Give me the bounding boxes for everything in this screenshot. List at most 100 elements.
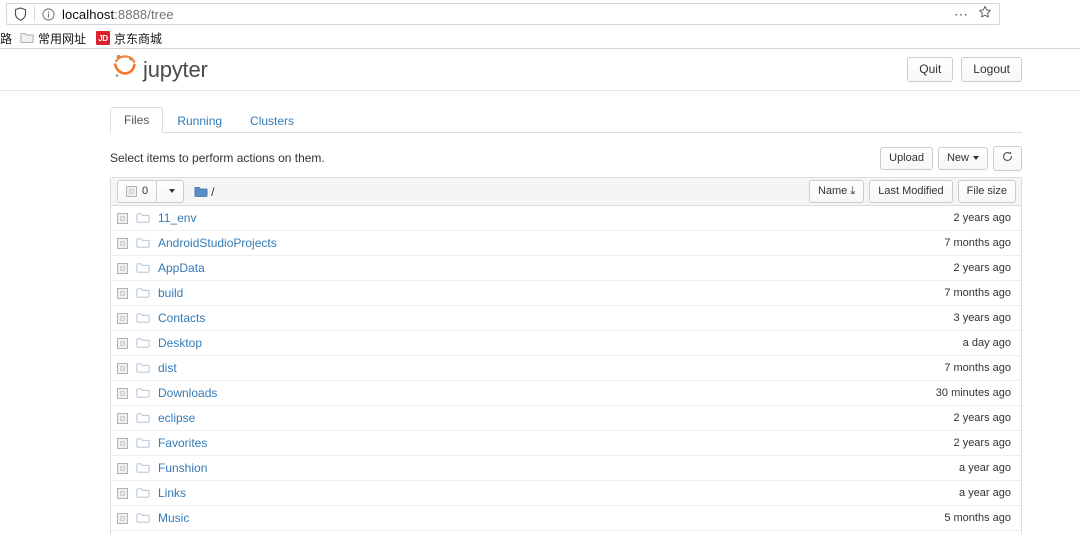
row-checkbox[interactable]: [117, 437, 128, 449]
listing-toolbar: 0 / Name ⤓ Last Modified File size: [111, 178, 1021, 206]
file-listing: 0 / Name ⤓ Last Modified File size 11_en…: [110, 177, 1022, 534]
row-checkbox[interactable]: [117, 312, 128, 324]
select-all-inner: 0: [126, 185, 148, 198]
file-modified: 30 minutes ago: [935, 387, 1011, 399]
select-dropdown-button[interactable]: [156, 180, 185, 203]
row-checkbox[interactable]: [117, 387, 128, 399]
file-name-link[interactable]: build: [158, 286, 183, 300]
page-actions-icon[interactable]: ⋯: [954, 7, 969, 21]
file-name-link[interactable]: Funshion: [158, 461, 207, 475]
file-row-left: build: [117, 286, 944, 300]
table-row[interactable]: AppData 2 years ago: [111, 256, 1021, 281]
row-checkbox[interactable]: [117, 487, 128, 499]
new-button[interactable]: New: [937, 146, 988, 170]
folder-icon: [136, 512, 150, 524]
tab-files[interactable]: Files: [110, 107, 164, 133]
row-checkbox[interactable]: [117, 512, 128, 524]
table-row[interactable]: AndroidStudioProjects 7 months ago: [111, 231, 1021, 256]
table-row[interactable]: build 7 months ago: [111, 281, 1021, 306]
refresh-icon: [1002, 150, 1013, 165]
bookmark-label: 路: [0, 31, 13, 46]
bookmark-item-1[interactable]: 常用网址: [15, 29, 91, 48]
breadcrumb-path: /: [211, 184, 215, 199]
bookmark-item-0[interactable]: 路: [0, 29, 15, 48]
select-all-button[interactable]: 0: [117, 180, 158, 203]
row-checkbox[interactable]: [117, 287, 128, 299]
url-actions: ⋯: [954, 5, 994, 24]
table-row[interactable]: Downloads 30 minutes ago: [111, 381, 1021, 406]
table-row[interactable]: eclipse 2 years ago: [111, 406, 1021, 431]
logout-button[interactable]: Logout: [961, 57, 1022, 82]
row-checkbox[interactable]: [117, 337, 128, 349]
browser-chrome: localhost:8888/tree ⋯ 路 常用网址 JD 京东商城: [0, 0, 1080, 49]
file-row-left: Contacts: [117, 311, 954, 325]
folder-icon: [136, 262, 150, 274]
row-checkbox[interactable]: [117, 237, 128, 249]
url-bar-row: localhost:8888/tree ⋯: [0, 0, 1080, 28]
file-modified: a day ago: [962, 337, 1011, 349]
file-row-left: Downloads: [117, 386, 936, 400]
refresh-button[interactable]: [993, 145, 1022, 171]
url-bar[interactable]: localhost:8888/tree ⋯: [6, 3, 1000, 25]
file-name-link[interactable]: AppData: [158, 261, 205, 275]
tab-bar: Files Running Clusters: [110, 107, 1022, 133]
file-name-link[interactable]: dist: [158, 361, 177, 375]
folder-icon: [136, 312, 150, 324]
file-name-link[interactable]: Contacts: [158, 311, 205, 325]
sort-name-button[interactable]: Name ⤓: [808, 180, 865, 203]
jd-icon: JD: [96, 31, 111, 45]
select-all-checkbox[interactable]: [126, 186, 137, 197]
folder-icon: [136, 237, 150, 249]
breadcrumb[interactable]: /: [194, 185, 214, 199]
quit-button[interactable]: Quit: [907, 57, 954, 82]
file-name-link[interactable]: 11_env: [158, 211, 196, 225]
info-icon[interactable]: [41, 7, 56, 22]
bookmark-star-icon[interactable]: [978, 5, 992, 24]
row-checkbox[interactable]: [117, 412, 128, 424]
sort-file-size-button[interactable]: File size: [957, 180, 1016, 203]
table-row[interactable]: Links a year ago: [111, 481, 1021, 506]
file-name-link[interactable]: Links: [158, 486, 186, 500]
shield-icon[interactable]: [12, 6, 28, 22]
url-text[interactable]: localhost:8888/tree: [62, 7, 954, 22]
upload-button[interactable]: Upload: [880, 146, 933, 170]
listing-toolbar-right: Name ⤓ Last Modified File size: [808, 180, 1016, 203]
table-row[interactable]: Music 5 months ago: [111, 506, 1021, 531]
folder-icon: [194, 186, 208, 198]
file-name-link[interactable]: Desktop: [158, 336, 202, 350]
file-name-link[interactable]: Music: [158, 511, 189, 525]
row-checkbox[interactable]: [117, 212, 128, 224]
file-modified: a year ago: [959, 487, 1011, 499]
file-name-link[interactable]: eclipse: [158, 411, 195, 425]
file-name-link[interactable]: Favorites: [158, 436, 207, 450]
folder-icon: [136, 287, 150, 299]
file-name-link[interactable]: Downloads: [158, 386, 217, 400]
jupyter-page: jupyter Quit Logout Files Running Cluste…: [0, 49, 1080, 534]
table-row[interactable]: Favorites 2 years ago: [111, 431, 1021, 456]
file-row-left: eclipse: [117, 411, 954, 425]
row-checkbox[interactable]: [117, 262, 128, 274]
folder-icon: [136, 462, 150, 474]
jupyter-logo-icon: [112, 53, 138, 86]
tab-clusters[interactable]: Clusters: [236, 108, 308, 133]
row-checkbox[interactable]: [117, 462, 128, 474]
bookmark-item-2[interactable]: JD 京东商城: [91, 29, 167, 48]
table-row[interactable]: Contacts 3 years ago: [111, 306, 1021, 331]
chevron-down-icon: [973, 155, 979, 160]
file-row-left: Favorites: [117, 436, 954, 450]
table-row[interactable]: Desktop a day ago: [111, 331, 1021, 356]
table-row[interactable]: Funshion a year ago: [111, 456, 1021, 481]
file-modified: 7 months ago: [944, 237, 1011, 249]
file-row-left: 11_env: [117, 211, 954, 225]
row-checkbox[interactable]: [117, 362, 128, 374]
file-name-link[interactable]: AndroidStudioProjects: [158, 236, 277, 250]
jupyter-logo[interactable]: jupyter: [112, 53, 208, 86]
table-row[interactable]: 11_env 2 years ago: [111, 206, 1021, 231]
actions-row: Select items to perform actions on them.…: [110, 145, 1022, 171]
file-modified: 7 months ago: [944, 287, 1011, 299]
file-modified: 5 months ago: [944, 512, 1011, 524]
file-row-left: Desktop: [117, 336, 963, 350]
tab-running[interactable]: Running: [163, 108, 236, 133]
sort-last-modified-button[interactable]: Last Modified: [869, 180, 953, 203]
table-row[interactable]: dist 7 months ago: [111, 356, 1021, 381]
